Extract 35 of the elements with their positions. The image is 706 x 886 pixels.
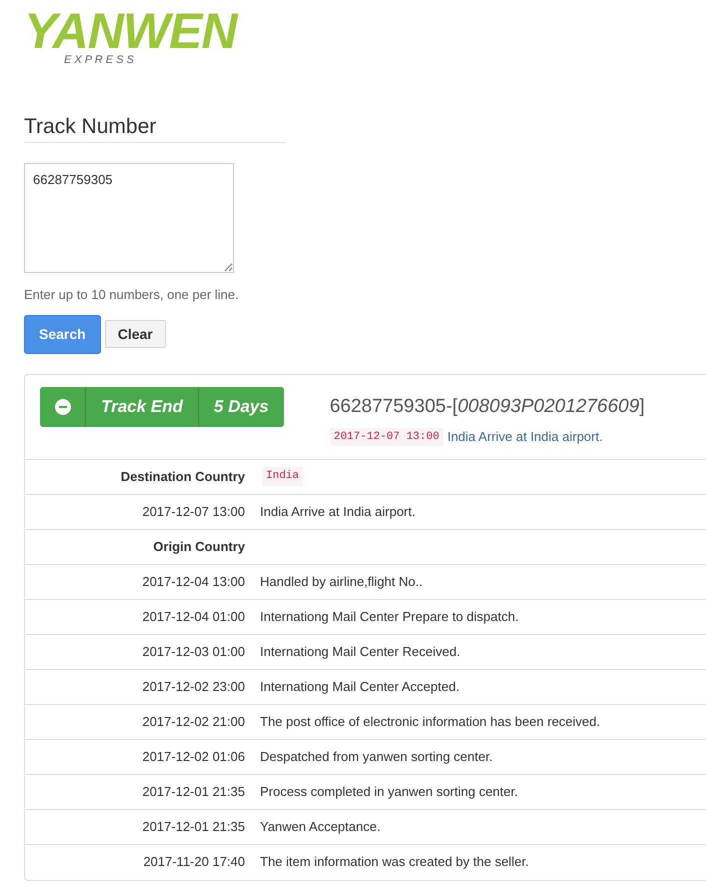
row-heading: Destination Country	[120, 468, 245, 486]
event-description: The item information was created by the seller.	[260, 853, 529, 872]
latest-event: India Arrive at India airport.	[447, 428, 603, 446]
event-description: Internationg Mail Center Prepare to dispatch.	[260, 608, 519, 626]
event-description: Handled by airline,flight No..	[260, 572, 423, 591]
event-time: 2017-12-03 01:00	[141, 642, 245, 661]
logo-tagline: E X P R E S S	[63, 54, 134, 66]
event-time: 2017-12-01 21:35	[141, 782, 245, 801]
event-description: India Arrive at India airport.	[260, 502, 416, 521]
event-time: 2017-12-02 21:00	[141, 712, 245, 731]
latest-time: 2017-12-07 13:00	[330, 428, 444, 446]
event-time: 2017-11-20 17:40	[142, 853, 245, 872]
event-description: Internationg Mail Center Received.	[260, 642, 460, 661]
help-text: Enter up to 10 numbers, one per line.	[24, 286, 240, 304]
duration-label: 5 Days	[212, 396, 270, 418]
country-tag: India	[262, 467, 304, 486]
status-label: Track End	[86, 386, 199, 426]
event-description: Despatched from yanwen sorting center.	[260, 748, 493, 766]
tracking-numbers-field[interactable]: 66287759305	[24, 163, 234, 273]
minus-circle-icon	[54, 398, 70, 414]
logo-wordmark: YANWEN	[24, 8, 237, 54]
clear-button[interactable]: Clear	[104, 320, 166, 348]
event-description: The post office of electronic information has been received.	[260, 712, 600, 731]
event-time: 2017-12-01 21:35	[141, 818, 245, 836]
event-time: 2017-12-07 13:00	[141, 502, 245, 521]
event-time: 2017-12-04 13:00	[141, 572, 245, 591]
event-time: 2017-12-04 01:00	[141, 608, 245, 626]
event-description: Process completed in yanwen sorting center.	[260, 782, 518, 801]
row-heading: Origin Country	[152, 538, 245, 556]
tracking-number: 66287759305-[008093P0201276609]	[330, 394, 645, 418]
event-time: 2017-12-02 01:06	[141, 748, 245, 766]
event-description: Internationg Mail Center Accepted.	[260, 678, 460, 696]
form-title: Track Number	[24, 114, 286, 143]
event-time: 2017-12-02 23:00	[141, 678, 245, 696]
event-description: Yanwen Acceptance.	[260, 818, 380, 836]
